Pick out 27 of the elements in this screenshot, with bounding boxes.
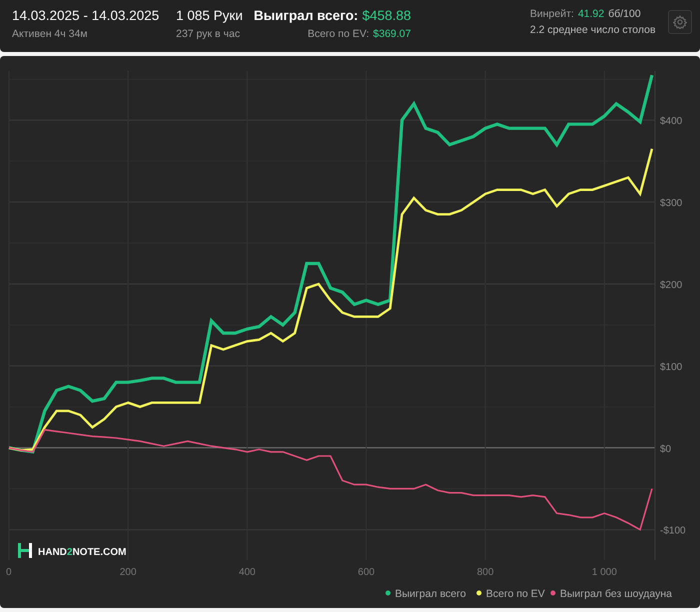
won-value: $458.88 — [362, 7, 411, 25]
date-range: 14.03.2025 - 14.03.2025 — [12, 7, 160, 25]
y-axis-label: $0 — [660, 444, 672, 455]
winrate-label: Винрейт: — [530, 7, 574, 22]
winrate-value: 41.92 — [578, 7, 604, 22]
legend-label: Выиграл всего — [395, 588, 466, 600]
winrate-unit: бб/100 — [608, 7, 641, 22]
y-axis-label: $200 — [660, 280, 682, 291]
ev-label: Всего по EV: — [308, 27, 370, 42]
y-axis-label: $100 — [660, 362, 682, 373]
average-tables: 2.2 среднее число столов — [530, 22, 664, 38]
legend-label: Выиграл без шоудауна — [560, 588, 672, 600]
y-axis-label: $300 — [660, 198, 682, 210]
active-time: Активен 4ч 34м — [12, 27, 89, 42]
logo-text: HAND2NOTE.COM — [38, 547, 126, 558]
x-axis-label: 400 — [238, 567, 256, 578]
x-axis-label: 1 000 — [592, 567, 617, 578]
x-axis-label: 200 — [120, 567, 136, 578]
y-axis-label: $400 — [660, 116, 682, 128]
x-axis-label: 0 — [6, 567, 12, 578]
legend-label: Всего по EV — [486, 588, 545, 600]
y-axis-label: -$100 — [660, 526, 686, 537]
won-label: Выиграл всего: — [254, 7, 358, 25]
hands-per-hour: 237 рук в час — [176, 27, 241, 42]
x-axis-label: 600 — [358, 567, 375, 578]
x-axis-label: 800 — [476, 567, 494, 578]
ev-value: $369.07 — [373, 27, 411, 42]
